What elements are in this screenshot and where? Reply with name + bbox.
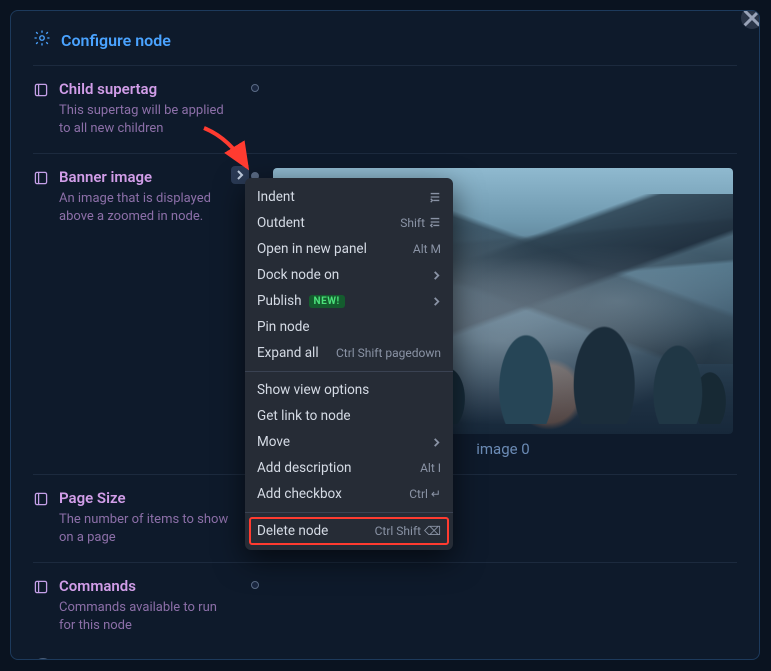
configure-node-panel: Configure node Child supertag This super…	[10, 10, 760, 660]
ctx-expand-all[interactable]: Expand all Ctrl Shift pagedown	[245, 340, 453, 366]
ctx-label: Pin node	[257, 319, 310, 335]
commands-icon	[33, 579, 49, 595]
ctx-add-checkbox[interactable]: Add checkbox Ctrl ↵	[245, 481, 453, 507]
ctx-label: Add description	[257, 460, 351, 476]
ctx-shortcut: Ctrl ↵	[409, 487, 441, 501]
ctx-delete-node[interactable]: Delete node Ctrl Shift ⌫	[245, 518, 453, 544]
row-title: Banner image	[59, 168, 233, 186]
ctx-get-link-to-node[interactable]: Get link to node	[245, 403, 453, 429]
ctx-label: Show view options	[257, 382, 369, 398]
close-button[interactable]	[741, 10, 760, 29]
context-menu: Indent Outdent Shift Open in new panel A…	[245, 178, 453, 550]
ctx-label: Get link to node	[257, 408, 351, 424]
row-title: Commands	[59, 577, 233, 595]
ctx-shortcut: Shift	[400, 216, 425, 230]
row-desc: The number of items to show on a page	[59, 511, 233, 546]
page-size-icon	[33, 491, 49, 507]
ctx-label: Expand all	[257, 345, 319, 361]
chevron-right-icon	[432, 438, 441, 447]
row-desc: An image that is displayed above a zoome…	[59, 190, 233, 225]
ctx-shortcut: Ctrl Shift ⌫	[375, 524, 441, 538]
ctx-label: Publish	[257, 293, 302, 309]
ctx-publish[interactable]: Publish NEW!	[245, 288, 453, 314]
row-commands: Commands Commands available to run for t…	[33, 562, 737, 650]
panel-header: Configure node	[11, 11, 759, 65]
ctx-label: Delete node	[257, 523, 328, 539]
ctx-dock-node-on[interactable]: Dock node on	[245, 262, 453, 288]
supertag-icon	[33, 82, 49, 98]
ctx-move[interactable]: Move	[245, 429, 453, 455]
ctx-label: Dock node on	[257, 267, 339, 283]
ctx-separator	[245, 371, 453, 372]
ctx-separator	[245, 512, 453, 513]
gear-icon	[33, 29, 51, 51]
ctx-shortcut: Ctrl Shift pagedown	[336, 346, 441, 360]
ctx-indent[interactable]: Indent	[245, 184, 453, 210]
row-desc: This supertag will be applied to all new…	[59, 102, 233, 137]
ctx-shortcut: Alt I	[420, 461, 441, 475]
ctx-show-view-options[interactable]: Show view options	[245, 377, 453, 403]
row-title: Page Size	[59, 489, 233, 507]
row-title: Child supertag	[59, 80, 233, 98]
ctx-pin-node[interactable]: Pin node	[245, 314, 453, 340]
add-row-button[interactable]: ＋	[33, 658, 53, 660]
empty-bullet[interactable]	[251, 84, 259, 92]
ctx-add-description[interactable]: Add description Alt I	[245, 455, 453, 481]
ctx-outdent[interactable]: Outdent Shift	[245, 210, 453, 236]
ctx-shortcut: Alt M	[413, 242, 441, 256]
ctx-label: Outdent	[257, 215, 305, 231]
row-child-supertag: Child supertag This supertag will be app…	[33, 65, 737, 153]
ctx-open-in-new-panel[interactable]: Open in new panel Alt M	[245, 236, 453, 262]
chevron-right-icon	[432, 297, 441, 306]
new-badge: NEW!	[309, 295, 345, 308]
image-icon	[33, 170, 49, 186]
ctx-label: Move	[257, 434, 290, 450]
ctx-label: Add checkbox	[257, 486, 342, 502]
ctx-label: Open in new panel	[257, 241, 367, 257]
row-desc: Commands available to run for this node	[59, 599, 233, 634]
outdent-icon	[429, 216, 441, 231]
indent-icon	[429, 191, 441, 203]
ctx-label: Indent	[257, 189, 295, 205]
chevron-right-icon	[432, 271, 441, 280]
empty-bullet[interactable]	[251, 581, 259, 589]
panel-title: Configure node	[61, 31, 171, 50]
